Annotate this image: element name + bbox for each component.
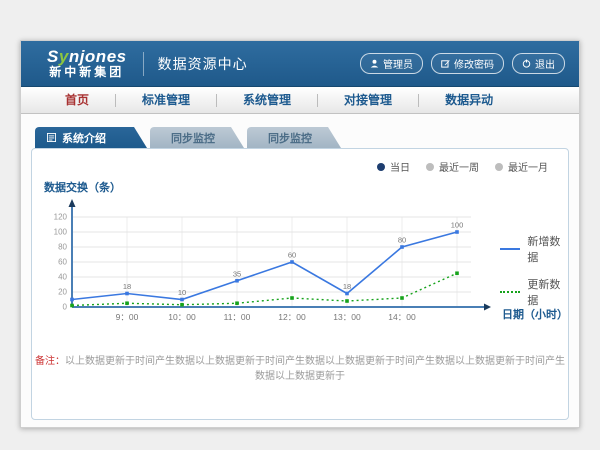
svg-text:12：00: 12：00 <box>278 312 306 322</box>
footnote-prefix: 备注： <box>35 356 65 367</box>
page-title: 数据资源中心 <box>158 54 248 74</box>
filter-last-month[interactable]: 最近一月 <box>495 159 548 174</box>
svg-text:80: 80 <box>398 236 406 245</box>
svg-text:35: 35 <box>233 269 241 278</box>
svg-text:14：00: 14：00 <box>388 312 416 322</box>
line-sample-dotted <box>500 291 520 293</box>
legend-item-new-data: 新增数据 <box>500 233 568 265</box>
svg-text:10: 10 <box>178 288 186 297</box>
svg-text:80: 80 <box>58 243 67 252</box>
brand-logo: Synjones 新中新集团 <box>47 48 127 78</box>
tab-bar: 系统介绍 同步监控 同步监控 <box>35 127 579 148</box>
nav-item-standard-mgmt[interactable]: 标准管理 <box>116 87 216 113</box>
document-icon <box>47 133 56 142</box>
svg-text:60: 60 <box>288 251 296 260</box>
footnote-text: 以上数据更新于时间产生数据以上数据更新于时间产生数据以上数据更新于时间产生数据以… <box>65 356 565 382</box>
svg-text:9：00: 9：00 <box>116 312 139 322</box>
power-icon <box>522 59 531 68</box>
user-icon <box>370 59 379 68</box>
user-actions: 管理员 修改密码 退出 <box>360 53 565 74</box>
logo-company-name: 新中新集团 <box>49 66 124 79</box>
svg-text:120: 120 <box>54 213 68 222</box>
edit-icon <box>441 59 450 68</box>
chart-legend: 新增数据 更新数据 <box>500 233 568 308</box>
svg-text:60: 60 <box>58 258 67 267</box>
radio-dot <box>426 163 434 171</box>
tab-sync-monitor-1[interactable]: 同步监控 <box>150 127 244 148</box>
filter-today[interactable]: 当日 <box>377 159 410 174</box>
x-axis-title: 日期（小时） <box>502 306 568 322</box>
nav-item-data-change[interactable]: 数据异动 <box>419 87 519 113</box>
radio-dot <box>377 163 385 171</box>
svg-text:13：00: 13：00 <box>333 312 361 322</box>
app-window: Synjones 新中新集团 数据资源中心 管理员 修改密码 <box>20 40 580 428</box>
radio-dot <box>495 163 503 171</box>
time-range-filters: 当日 最近一周 最近一月 <box>377 159 548 174</box>
legend-item-updated-data: 更新数据 <box>500 276 568 308</box>
change-password-button[interactable]: 修改密码 <box>431 53 504 74</box>
nav-item-system-mgmt[interactable]: 系统管理 <box>217 87 317 113</box>
tab-sync-monitor-2[interactable]: 同步监控 <box>247 127 341 148</box>
logout-button[interactable]: 退出 <box>512 53 565 74</box>
svg-text:100: 100 <box>54 228 68 237</box>
footnote: 备注：以上数据更新于时间产生数据以上数据更新于时间产生数据以上数据更新于时间产生… <box>32 352 568 382</box>
svg-text:10：00: 10：00 <box>168 312 196 322</box>
svg-text:20: 20 <box>58 288 67 297</box>
svg-text:0: 0 <box>63 303 68 312</box>
y-axis-title: 数据交换（条） <box>44 179 121 195</box>
tab-system-intro[interactable]: 系统介绍 <box>35 127 147 148</box>
admin-user-button[interactable]: 管理员 <box>360 53 423 74</box>
header-divider <box>143 52 144 76</box>
svg-text:18: 18 <box>343 282 351 291</box>
svg-text:40: 40 <box>58 273 67 282</box>
filter-last-week[interactable]: 最近一周 <box>426 159 479 174</box>
logo-wordmark: Synjones <box>47 48 127 66</box>
content-area: 系统介绍 同步监控 同步监控 当日 最近一周 <box>21 114 579 427</box>
chart-card: 当日 最近一周 最近一月 数据交换（条） 0 20 40 60 80 100 120 9：00… <box>31 148 569 420</box>
nav-item-interface-mgmt[interactable]: 对接管理 <box>318 87 418 113</box>
line-chart: 0 20 40 60 80 100 120 9：00 10：00 11：00 12：00 13：00 1… <box>44 195 504 329</box>
header: Synjones 新中新集团 数据资源中心 管理员 修改密码 <box>21 41 579 87</box>
svg-text:100: 100 <box>451 221 464 230</box>
svg-text:11：00: 11：00 <box>224 312 251 322</box>
main-nav: 首页 标准管理 系统管理 对接管理 数据异动 <box>21 87 579 114</box>
svg-text:18: 18 <box>123 282 131 291</box>
line-sample-solid <box>500 248 520 250</box>
nav-item-home[interactable]: 首页 <box>39 87 115 113</box>
